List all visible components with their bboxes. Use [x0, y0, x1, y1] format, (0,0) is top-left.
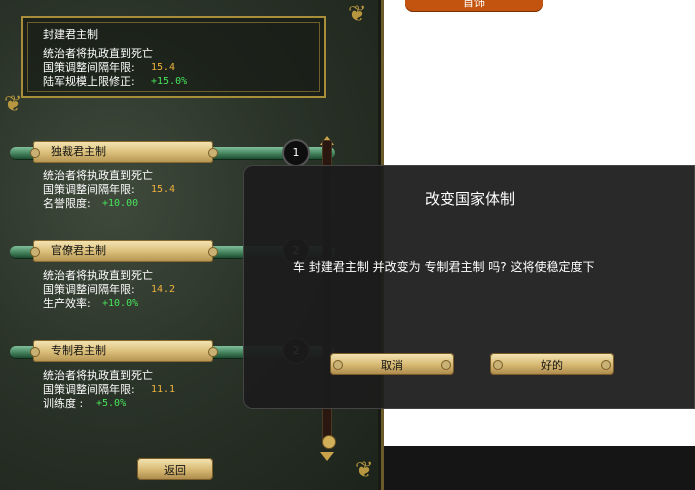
scroll-parchment: 官僚君主制 [30, 240, 218, 262]
ornament-icon: ❦ [348, 2, 367, 27]
option-line3-label: 训练度 : [43, 397, 84, 410]
knob-icon [30, 148, 40, 158]
option-line1: 统治者将执政直到死亡 [43, 369, 153, 382]
option-line2-value: 14.2 [151, 284, 176, 295]
back-button-label: 返回 [164, 464, 186, 477]
knob-icon [208, 148, 218, 158]
current-line2-label: 国策调整间隔年限: [43, 61, 135, 74]
game-screen: 首饰 ❦ ❦ ❦ 封建君主制 统治者将执政直到死亡 国策调整间隔年限: 15.4… [0, 0, 695, 490]
option-name: 独裁君主制 [51, 145, 106, 158]
knob-icon [30, 347, 40, 357]
option-line3-label: 名誉限度: [43, 197, 91, 210]
ornament-icon: ❦ [4, 92, 23, 117]
option-line3-value: +5.0% [96, 398, 127, 409]
option-line3-value: +10.00 [102, 198, 139, 209]
knob-icon [30, 247, 40, 257]
current-line3-value: +15.0% [151, 76, 188, 87]
back-button[interactable]: 返回 [137, 458, 213, 480]
scrollbar-thumb[interactable] [322, 435, 336, 449]
option-line2-value: 11.1 [151, 384, 176, 395]
knob-icon [601, 360, 611, 370]
option-line3-value: +10.0% [102, 298, 139, 309]
ornament-icon: ❦ [355, 458, 374, 483]
scroll-parchment: 专制君主制 [30, 340, 218, 362]
top-button[interactable]: 首饰 [405, 0, 543, 12]
ok-button[interactable]: 好的 [490, 353, 614, 375]
top-button-label: 首饰 [463, 0, 485, 9]
knob-icon [208, 347, 218, 357]
current-line3-label: 陆军规模上限修正: [43, 75, 135, 88]
option-name: 官僚君主制 [51, 244, 106, 257]
option-line1: 统治者将执政直到死亡 [43, 269, 153, 282]
dialog-title: 改变国家体制 [424, 190, 515, 208]
option-index-badge: 1 [282, 139, 310, 167]
option-line3-label: 生产效率: [43, 297, 91, 310]
scroll-down-arrow-icon[interactable] [320, 452, 334, 461]
ok-button-label: 好的 [541, 359, 563, 372]
option-line2-label: 国策调整间隔年限: [43, 183, 135, 196]
option-line2-label: 国策调整间隔年限: [43, 383, 135, 396]
dialog-message: 车 封建君主制 并改变为 专制君主制 吗? 这将使稳定度下 [293, 260, 595, 274]
current-line2-value: 15.4 [151, 62, 176, 73]
option-line2-value: 15.4 [151, 184, 176, 195]
cancel-button[interactable]: 取消 [330, 353, 454, 375]
scroll-parchment: 独裁君主制 [30, 141, 218, 163]
bottom-bar [384, 446, 695, 490]
change-government-dialog: 改变国家体制 车 封建君主制 并改变为 专制君主制 吗? 这将使稳定度下 取消 … [243, 165, 695, 409]
current-government-name: 封建君主制 [43, 28, 98, 41]
knob-icon [441, 360, 451, 370]
option-name: 专制君主制 [51, 344, 106, 357]
knob-icon [208, 247, 218, 257]
current-line1: 统治者将执政直到死亡 [43, 47, 153, 60]
option-line1: 统治者将执政直到死亡 [43, 169, 153, 182]
option-line2-label: 国策调整间隔年限: [43, 283, 135, 296]
cancel-button-label: 取消 [381, 359, 403, 372]
